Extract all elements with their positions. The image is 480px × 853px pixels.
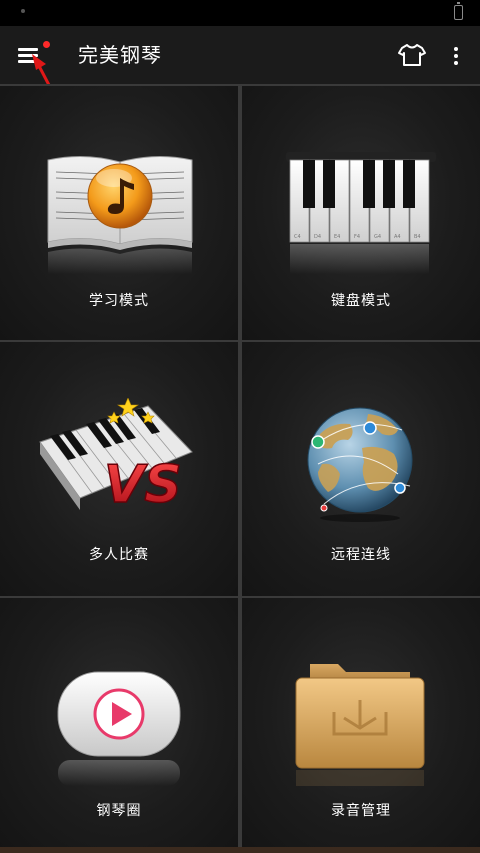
tile-label: 学习模式 xyxy=(89,293,149,309)
key-label: C4 xyxy=(294,234,301,240)
status-bar xyxy=(0,0,480,26)
hamburger-menu-icon xyxy=(18,48,38,51)
tile-piano-circle[interactable]: 钢琴圈 xyxy=(0,598,238,852)
tile-label: 录音管理 xyxy=(331,803,391,819)
tile-label: 键盘模式 xyxy=(331,293,391,309)
vs-text: VS xyxy=(104,455,182,515)
key-label: E4 xyxy=(334,234,340,240)
more-dot xyxy=(454,54,458,58)
app-bar: 完美钢琴 xyxy=(0,26,480,84)
more-options-button[interactable] xyxy=(444,40,468,70)
tile-label: 钢琴圈 xyxy=(96,803,142,819)
music-book-icon xyxy=(47,155,193,274)
tile-recording-management[interactable]: 录音管理 xyxy=(242,598,480,852)
notification-badge xyxy=(43,41,50,48)
hamburger-line xyxy=(18,60,38,63)
tile-keyboard-mode[interactable]: C4 D4 E4 F4 G4 A4 B4 键盘模式 xyxy=(242,86,480,340)
hamburger-line xyxy=(18,54,38,57)
vs-piano-icon: VS xyxy=(39,398,193,516)
tile-learning-mode[interactable]: 学习模式 xyxy=(0,86,238,340)
tile-label: 远程连线 xyxy=(331,547,391,563)
key-label: B4 xyxy=(414,234,421,240)
more-dot xyxy=(454,61,458,65)
t-shirt-icon xyxy=(398,44,426,66)
battery-icon xyxy=(454,2,463,20)
key-label: G4 xyxy=(374,234,381,240)
key-label: D4 xyxy=(314,234,321,240)
more-vertical-icon xyxy=(454,47,458,51)
app-title: 完美钢琴 xyxy=(78,43,162,67)
menu-button[interactable] xyxy=(13,40,50,70)
skin-button[interactable] xyxy=(396,41,428,69)
play-button-icon xyxy=(57,671,181,786)
tile-remote-connect[interactable]: 远程连线 xyxy=(242,342,480,596)
folder-icon xyxy=(295,664,425,786)
key-label: F4 xyxy=(354,234,360,240)
notification-dot-icon xyxy=(21,9,25,13)
tile-label: 多人比赛 xyxy=(89,547,149,563)
globe-network-icon xyxy=(307,407,413,522)
tile-multiplayer-contest[interactable]: VS 多人比赛 xyxy=(0,342,238,596)
piano-keyboard-icon: C4 D4 E4 F4 G4 A4 B4 xyxy=(286,152,436,274)
bottom-edge xyxy=(0,847,480,853)
key-label: A4 xyxy=(394,234,401,240)
feature-grid: 学习模式 C4 D4 E4 F4 G4 A4 B4 键盘模式 VS 多人比赛 远… xyxy=(0,84,480,853)
